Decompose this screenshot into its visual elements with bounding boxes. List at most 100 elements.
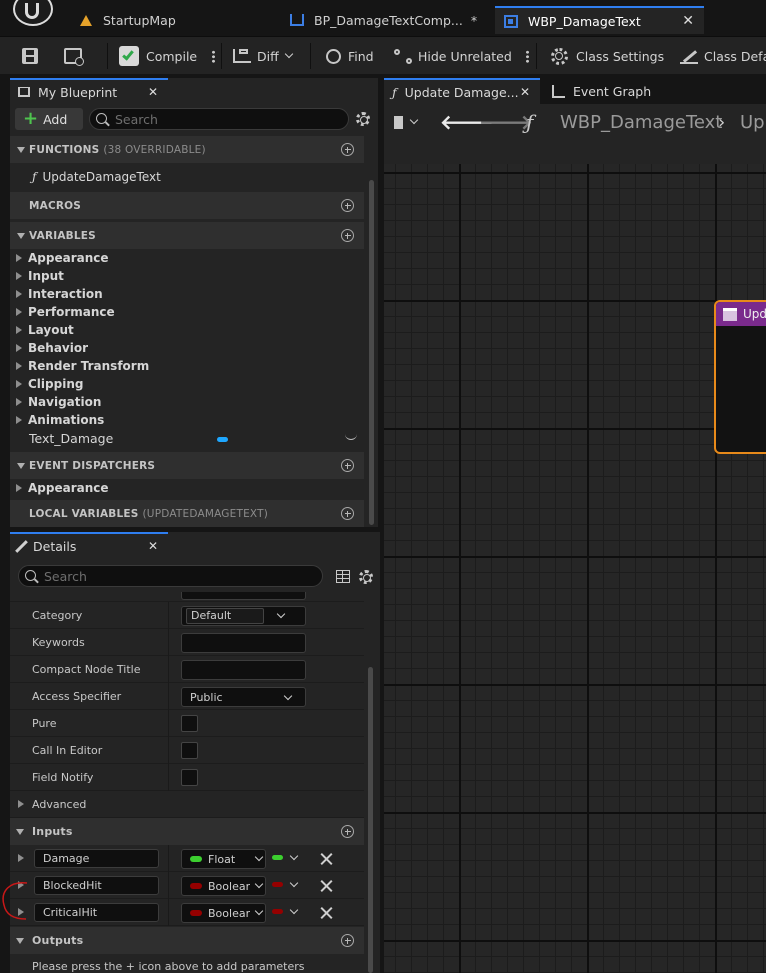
expand-arrow-icon: [16, 416, 22, 424]
settings-gear-icon[interactable]: [356, 112, 370, 126]
table-view-icon[interactable]: [336, 570, 350, 583]
variable-category-render-transform[interactable]: Render Transform: [16, 357, 149, 375]
find-button[interactable]: Find: [326, 37, 374, 75]
keywords-input[interactable]: [181, 633, 306, 653]
close-tab-icon[interactable]: ✕: [682, 13, 694, 29]
category-label: Layout: [28, 323, 74, 337]
add-function-icon[interactable]: [341, 143, 354, 156]
container-type-chevron-icon[interactable]: [289, 878, 299, 888]
add-button[interactable]: + Add: [15, 108, 83, 130]
save-button[interactable]: [22, 37, 38, 75]
visibility-eye-icon[interactable]: [345, 434, 357, 440]
variables-section-header[interactable]: VARIABLES: [10, 222, 364, 249]
unreal-logo-icon[interactable]: [13, 0, 53, 26]
details-search-input[interactable]: Search: [18, 565, 323, 587]
dispatcher-category-appearance[interactable]: Appearance: [16, 479, 109, 497]
container-type-pill[interactable]: [272, 882, 283, 887]
hide-unrelated-options-icon[interactable]: [525, 49, 529, 63]
tab-bp-damagetextcomp[interactable]: BP_DamageTextComp... *: [280, 6, 490, 34]
tab-update-damage-function[interactable]: ƒ Update Damage... ✕: [384, 78, 540, 104]
tab-startupmap[interactable]: StartupMap: [70, 6, 270, 34]
diff-button[interactable]: Diff: [233, 37, 293, 75]
add-label: Add: [43, 111, 68, 127]
close-tab-icon[interactable]: ✕: [520, 85, 530, 99]
input-type-dropdown[interactable]: Boolean: [181, 903, 266, 923]
chevron-down-icon[interactable]: [276, 609, 286, 619]
browse-button[interactable]: [64, 37, 84, 75]
call-in-editor-checkbox[interactable]: [181, 742, 198, 759]
input-type-dropdown[interactable]: Boolean: [181, 876, 266, 896]
variable-category-interaction[interactable]: Interaction: [16, 285, 103, 303]
bookmark-dropdown-icon[interactable]: [409, 115, 419, 125]
tab-label: StartupMap: [103, 12, 176, 28]
remove-input-icon[interactable]: [320, 879, 333, 892]
field-notify-checkbox[interactable]: [181, 769, 198, 786]
category-input[interactable]: Default: [186, 608, 264, 624]
add-variable-icon[interactable]: [341, 229, 354, 242]
my-blueprint-tab[interactable]: My Blueprint ✕: [10, 78, 168, 104]
tab-wbp-damagetext[interactable]: WBP_DamageText ✕: [495, 6, 704, 34]
container-type-pill[interactable]: [272, 909, 283, 914]
add-input-icon[interactable]: [341, 825, 354, 838]
bookmark-icon[interactable]: [394, 116, 403, 129]
function-item-updatedamagetext[interactable]: ƒ UpdateDamageText: [32, 168, 161, 186]
input-type-dropdown[interactable]: Float: [181, 849, 266, 869]
expand-arrow-icon: [16, 254, 22, 262]
pure-checkbox[interactable]: [181, 715, 198, 732]
variable-category-navigation[interactable]: Navigation: [16, 393, 101, 411]
add-output-icon[interactable]: [341, 934, 354, 947]
breadcrumb-root[interactable]: WBP_DamageText: [560, 112, 722, 133]
class-defaults-button[interactable]: Class Defa: [680, 37, 766, 75]
container-type-chevron-icon[interactable]: [289, 905, 299, 915]
container-type-pill[interactable]: [272, 855, 283, 860]
variable-category-layout[interactable]: Layout: [16, 321, 74, 339]
details-settings-gear-icon[interactable]: [359, 570, 373, 584]
macros-section-header[interactable]: MACROS: [10, 192, 364, 219]
add-local-variable-icon[interactable]: [341, 507, 354, 520]
close-panel-icon[interactable]: ✕: [148, 85, 158, 99]
input-row-damage: Damage Float: [10, 845, 364, 872]
my-blueprint-scrollbar[interactable]: [369, 180, 374, 525]
graph-canvas[interactable]: Upd: [384, 164, 766, 973]
functions-section-header[interactable]: FUNCTIONS (38 OVERRIDABLE): [10, 136, 364, 163]
variable-category-performance[interactable]: Performance: [16, 303, 115, 321]
outputs-label: Outputs: [32, 934, 84, 947]
variable-category-behavior[interactable]: Behavior: [16, 339, 88, 357]
input-name-field[interactable]: BlockedHit: [34, 876, 159, 895]
close-panel-icon[interactable]: ✕: [148, 539, 158, 553]
forward-arrow-icon[interactable]: 🡒: [479, 110, 533, 134]
class-settings-button[interactable]: Class Settings: [551, 37, 664, 75]
compact-node-title-input[interactable]: [181, 660, 306, 680]
variable-category-clipping[interactable]: Clipping: [16, 375, 83, 393]
add-macro-icon[interactable]: [341, 199, 354, 212]
advanced-row[interactable]: Advanced: [10, 791, 364, 818]
input-name-field[interactable]: Damage: [34, 849, 159, 868]
inputs-section-header[interactable]: Inputs: [10, 818, 364, 845]
function-entry-node[interactable]: Upd: [714, 300, 766, 454]
my-blueprint-search-input[interactable]: Search: [89, 108, 349, 130]
local-variables-section-header[interactable]: LOCAL VARIABLES (UPDATEDAMAGETEXT): [10, 500, 364, 527]
tab-event-graph[interactable]: Event Graph: [548, 78, 668, 104]
details-tab[interactable]: Details ✕: [10, 532, 168, 558]
access-specifier-dropdown[interactable]: Public: [181, 687, 306, 707]
variable-category-input[interactable]: Input: [16, 267, 64, 285]
category-label: Performance: [28, 305, 115, 319]
search-placeholder: Search: [44, 568, 87, 584]
outputs-section-header[interactable]: Outputs: [10, 927, 364, 954]
variable-category-appearance[interactable]: Appearance: [16, 249, 109, 267]
add-dispatcher-icon[interactable]: [341, 459, 354, 472]
remove-input-icon[interactable]: [320, 906, 333, 919]
details-scrollbar[interactable]: [368, 667, 373, 973]
variable-item-text-damage[interactable]: Text_Damage: [10, 430, 364, 448]
variable-category-animations[interactable]: Animations: [16, 411, 104, 429]
compile-button[interactable]: Compile: [119, 37, 216, 75]
hide-unrelated-button[interactable]: Hide Unrelated: [394, 37, 529, 75]
container-type-chevron-icon[interactable]: [289, 851, 299, 861]
category-combo[interactable]: Default: [181, 606, 306, 626]
class-defaults-label: Class Defa: [704, 48, 766, 64]
compile-options-icon[interactable]: [212, 49, 216, 63]
event-dispatchers-section-header[interactable]: EVENT DISPATCHERS: [10, 452, 364, 479]
input-name-field[interactable]: CriticalHit: [34, 903, 159, 922]
expand-arrow-icon[interactable]: [18, 854, 24, 862]
remove-input-icon[interactable]: [320, 852, 333, 865]
